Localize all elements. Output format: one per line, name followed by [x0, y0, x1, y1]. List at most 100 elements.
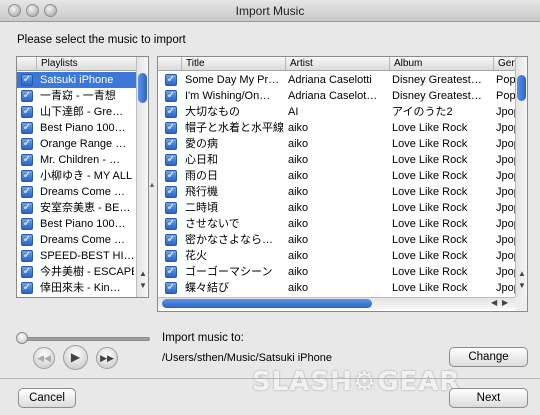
scroll-up-arrow-icon[interactable]: ▲ [138, 269, 148, 278]
track-checkbox[interactable]: ✓ [165, 234, 177, 246]
scroll-left-arrow-icon[interactable]: ◀ [491, 298, 497, 307]
track-album: Love Like Rock [392, 266, 468, 278]
track-row[interactable]: ✓ 密かなさよなら… aiko Love Like Rock Jpop [158, 232, 516, 248]
playlist-checkbox[interactable]: ✓ [21, 250, 33, 262]
playlist-row[interactable]: ✓ Mr. Children - … [17, 152, 136, 168]
next-button[interactable]: Next [449, 388, 528, 408]
track-row[interactable]: ✓ Some Day My Pr… Adriana Caselotti Disney … [158, 72, 516, 88]
playlist-checkbox[interactable]: ✓ [21, 202, 33, 214]
track-row[interactable]: ✓ I'm Wishing/On… Adriana Caselot… Disney G… [158, 88, 516, 104]
cancel-button[interactable]: Cancel [18, 388, 76, 408]
check-column-header[interactable] [17, 57, 37, 70]
track-row[interactable]: ✓ 飛行機 aiko Love Like Rock Jpop [158, 184, 516, 200]
track-checkbox[interactable]: ✓ [165, 122, 177, 134]
split-handle-icon[interactable]: ▴ [150, 180, 154, 189]
track-checkbox[interactable]: ✓ [165, 170, 177, 182]
playlists-column-header[interactable]: Playlists [37, 57, 138, 70]
playlist-checkbox[interactable]: ✓ [21, 186, 33, 198]
genre-column-header[interactable]: Genr [494, 57, 517, 70]
track-artist: Adriana Caselotti [288, 74, 372, 86]
track-row[interactable]: ✓ 心日和 aiko Love Like Rock Jpop [158, 152, 516, 168]
rewind-icon: ◀◀ [37, 353, 51, 363]
playlist-checkbox[interactable]: ✓ [21, 74, 33, 86]
track-album: Love Like Rock [392, 202, 468, 214]
playlist-row[interactable]: ✓ Dreams Come … [17, 232, 136, 248]
track-genre: Jpop [496, 186, 516, 198]
change-button[interactable]: Change [449, 347, 528, 367]
track-row[interactable]: ✓ させないで aiko Love Like Rock Jpop [158, 216, 516, 232]
tracks-panel: Title Artist Album Genr ✓ Some Day My Pr…… [157, 56, 528, 312]
playlist-row[interactable]: ✓ 山下達郎 - Gre… [17, 104, 136, 120]
artist-column-header[interactable]: Artist [286, 57, 390, 70]
track-row[interactable]: ✓ 愛の病 aiko Love Like Rock Jpop [158, 136, 516, 152]
playlist-row[interactable]: ✓ 一青窈 - 一青想 [17, 88, 136, 104]
album-column-header[interactable]: Album [390, 57, 494, 70]
tracks-scroll-thumb[interactable] [517, 75, 526, 101]
playlist-row[interactable]: ✓ Best Piano 100… [17, 120, 136, 136]
track-row[interactable]: ✓ 帽子と水着と水平線 aiko Love Like Rock Jpop [158, 120, 516, 136]
playlist-checkbox[interactable]: ✓ [21, 170, 33, 182]
track-album: Love Like Rock [392, 170, 468, 182]
play-button[interactable]: ▶ [63, 345, 88, 370]
track-checkbox[interactable]: ✓ [165, 218, 177, 230]
title-bar: Import Music [0, 0, 540, 22]
track-row[interactable]: ✓ 蝶々結び aiko Love Like Rock Jpop [158, 280, 516, 296]
playlist-row[interactable]: ✓ SPEED-BEST HI… [17, 248, 136, 264]
rewind-button[interactable]: ◀◀ [33, 347, 55, 369]
playback-slider-track[interactable] [22, 337, 150, 341]
track-checkbox[interactable]: ✓ [165, 154, 177, 166]
track-checkbox[interactable]: ✓ [165, 74, 177, 86]
tracks-scroll-up-icon[interactable]: ▲ [517, 269, 527, 278]
playlist-row[interactable]: ✓ Orange Range … [17, 136, 136, 152]
playlist-checkbox[interactable]: ✓ [21, 266, 33, 278]
track-checkbox[interactable]: ✓ [165, 90, 177, 102]
playlist-checkbox[interactable]: ✓ [21, 90, 33, 102]
playlist-row[interactable]: ✓ 今井美樹 - ESCAPE [17, 264, 136, 280]
track-artist: aiko [288, 250, 309, 262]
track-row[interactable]: ✓ 二時頃 aiko Love Like Rock Jpop [158, 200, 516, 216]
track-check-column-header[interactable] [158, 57, 182, 70]
scroll-down-arrow-icon[interactable]: ▼ [138, 281, 148, 290]
playback-slider-knob[interactable] [16, 332, 28, 344]
track-checkbox[interactable]: ✓ [165, 202, 177, 214]
track-row[interactable]: ✓ 雨の日 aiko Love Like Rock Jpop [158, 168, 516, 184]
track-genre: Jpop [496, 202, 516, 214]
playlist-row[interactable]: ✓ 安室奈美恵 - BE… [17, 200, 136, 216]
tracks-scroll-down-icon[interactable]: ▼ [517, 281, 527, 290]
playlist-row[interactable]: ✓ 小柳ゆき - MY ALL [17, 168, 136, 184]
track-row[interactable]: ✓ ゴーゴーマシーン aiko Love Like Rock Jpop [158, 264, 516, 280]
track-checkbox[interactable]: ✓ [165, 138, 177, 150]
playlist-checkbox[interactable]: ✓ [21, 282, 33, 294]
playlist-label: 今井美樹 - ESCAPE [40, 266, 134, 278]
playlist-row[interactable]: ✓ Dreams Come … [17, 184, 136, 200]
track-checkbox[interactable]: ✓ [165, 250, 177, 262]
playlist-label: Satsuki iPhone [40, 74, 114, 86]
tracks-scrollbar[interactable]: ▲ ▼ [515, 57, 527, 297]
track-row[interactable]: ✓ 花火 aiko Love Like Rock Jpop [158, 248, 516, 264]
tracks-header: Title Artist Album Genr [158, 57, 517, 71]
playlist-checkbox[interactable]: ✓ [21, 106, 33, 118]
playlists-scrollbar[interactable]: ▲ ▼ [136, 57, 148, 297]
playlists-scroll-thumb[interactable] [138, 73, 147, 103]
tracks-hscroll-thumb[interactable] [162, 299, 372, 308]
footer-divider [0, 378, 540, 379]
track-row[interactable]: ✓ 大切なもの AI アイのうた2 Jpop [158, 104, 516, 120]
title-column-header[interactable]: Title [182, 57, 286, 70]
playlist-checkbox[interactable]: ✓ [21, 234, 33, 246]
track-checkbox[interactable]: ✓ [165, 106, 177, 118]
playlist-checkbox[interactable]: ✓ [21, 154, 33, 166]
track-title: 花火 [185, 250, 207, 262]
fast-forward-button[interactable]: ▶▶ [96, 347, 118, 369]
playlist-label: 倖田來未 - Kin… [40, 282, 121, 294]
playlist-checkbox[interactable]: ✓ [21, 218, 33, 230]
playlist-checkbox[interactable]: ✓ [21, 138, 33, 150]
playlist-row[interactable]: ✓ 倖田來未 - Kin… [17, 280, 136, 296]
scroll-right-arrow-icon[interactable]: ▶ [502, 298, 508, 307]
playlist-checkbox[interactable]: ✓ [21, 122, 33, 134]
playlist-row[interactable]: ✓ Best Piano 100… [17, 216, 136, 232]
playlist-row[interactable]: ✓ Satsuki iPhone [17, 72, 136, 88]
track-checkbox[interactable]: ✓ [165, 282, 177, 294]
tracks-horizontal-scrollbar[interactable]: ◀ ▶ [158, 297, 515, 309]
track-checkbox[interactable]: ✓ [165, 186, 177, 198]
track-checkbox[interactable]: ✓ [165, 266, 177, 278]
